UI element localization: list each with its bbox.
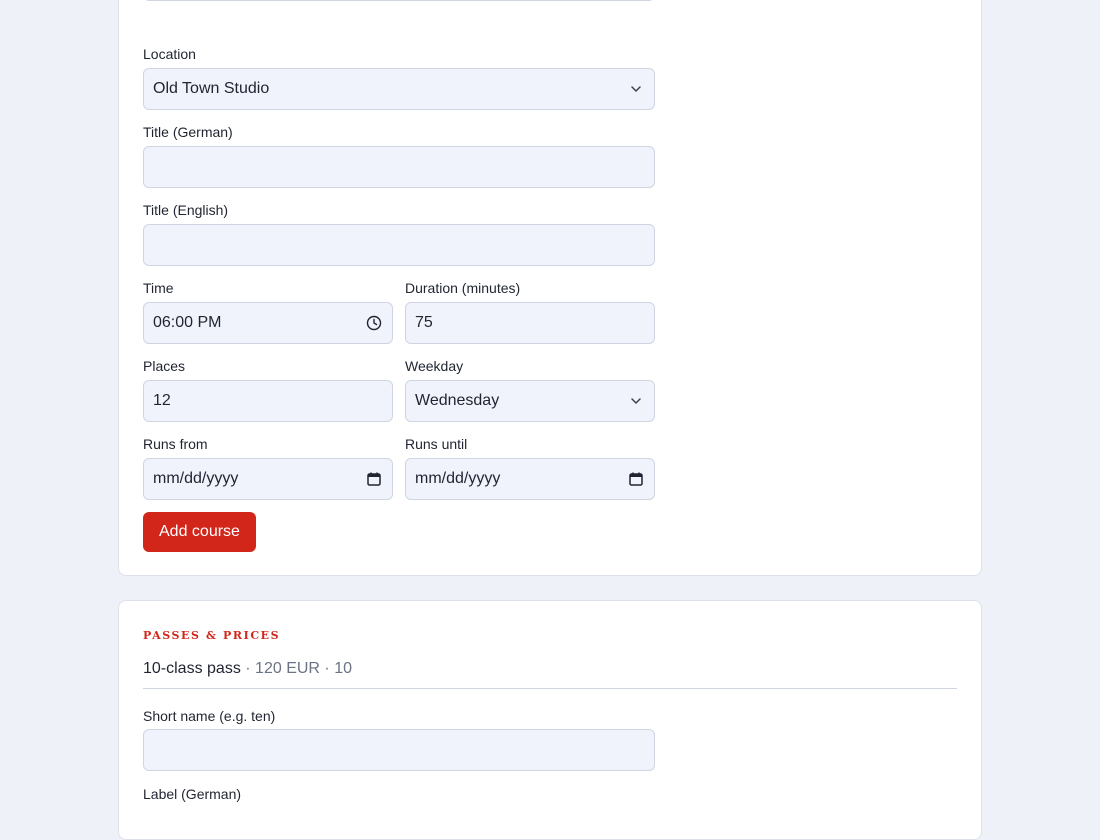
location-select-value: Old Town Studio <box>153 80 270 97</box>
previous-field-input[interactable] <box>143 0 655 1</box>
title-english-input[interactable] <box>143 224 655 266</box>
duration-label: Duration (minutes) <box>405 280 521 296</box>
calendar-icon[interactable] <box>365 470 383 488</box>
clock-icon[interactable] <box>365 314 383 332</box>
weekday-select-value: Wednesday <box>415 392 500 409</box>
time-input[interactable]: 06:00 PM <box>143 302 393 344</box>
weekday-select[interactable]: Wednesday <box>405 380 655 422</box>
title-german-label: Title (German) <box>143 124 233 140</box>
runs-until-value: mm/dd/yyyy <box>415 470 501 487</box>
section-heading-passes: PASSES & PRICES <box>143 629 281 642</box>
chevron-down-icon <box>627 392 645 410</box>
duration-value: 75 <box>415 314 433 331</box>
pass-name: 10-class pass <box>143 660 241 677</box>
places-input[interactable]: 12 <box>143 380 393 422</box>
location-select[interactable]: Old Town Studio <box>143 68 655 110</box>
pass-item: 10-class pass · 120 EUR · 10 <box>143 660 352 678</box>
chevron-down-icon <box>627 80 645 98</box>
course-form-card: Location Old Town Studio Title (German) … <box>118 0 982 576</box>
runs-from-date-input[interactable]: mm/dd/yyyy <box>143 458 393 500</box>
passes-prices-card: PASSES & PRICES 10-class pass · 120 EUR … <box>118 600 982 840</box>
time-label: Time <box>143 280 174 296</box>
duration-input[interactable]: 75 <box>405 302 655 344</box>
pass-price: 120 EUR <box>255 660 320 677</box>
calendar-icon[interactable] <box>627 470 645 488</box>
title-german-input[interactable] <box>143 146 655 188</box>
title-english-label: Title (English) <box>143 202 229 218</box>
runs-from-value: mm/dd/yyyy <box>153 470 239 487</box>
short-name-input[interactable] <box>143 729 655 771</box>
runs-from-label: Runs from <box>143 436 208 452</box>
short-name-label: Short name (e.g. ten) <box>143 708 276 724</box>
time-value: 06:00 PM <box>153 314 222 331</box>
pass-separator: · <box>319 660 335 677</box>
weekday-label: Weekday <box>405 358 464 374</box>
runs-until-date-input[interactable]: mm/dd/yyyy <box>405 458 655 500</box>
pass-count: 10 <box>334 660 352 677</box>
places-label: Places <box>143 358 186 374</box>
places-value: 12 <box>153 392 171 409</box>
add-course-button[interactable]: Add course <box>143 512 256 552</box>
runs-until-label: Runs until <box>405 436 468 452</box>
location-label: Location <box>143 46 196 62</box>
divider <box>143 688 957 689</box>
pass-separator: · <box>240 660 256 677</box>
